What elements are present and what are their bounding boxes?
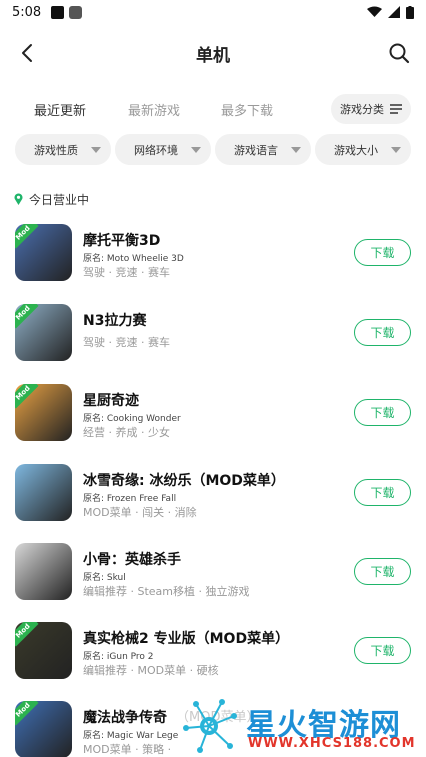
cooking-game-icon[interactable]: Mod xyxy=(15,384,72,441)
game-row[interactable]: Mod 真实枪械2 专业版（MOD菜单） 原名: iGun Pro 2 编辑推荐 · … xyxy=(0,620,426,684)
mod-badge: Mod xyxy=(15,224,39,249)
status-bar: 5:08 xyxy=(0,0,426,24)
sort-tabs: 最近更新 最新游戏 最多下载 游戏分类 xyxy=(0,92,426,126)
frozen-game-icon[interactable] xyxy=(15,464,72,521)
game-original-name: 原名: iGun Pro 2 xyxy=(83,652,154,662)
app-header: 单机 xyxy=(0,30,426,76)
game-tags: MOD菜单 · 策略 · xyxy=(83,743,172,756)
game-row[interactable]: 冰雪奇缘: 冰纷乐（MOD菜单） 原名: Frozen Free Fall MOD菜… xyxy=(0,462,426,526)
filter-label: 游戏语言 xyxy=(234,143,278,157)
chevron-left-icon xyxy=(22,44,32,62)
game-row[interactable]: Mod 摩托平衡3D 原名: Moto Wheelie 3D 驾驶 · 竞速 · 赛车… xyxy=(0,222,426,286)
status-time: 5:08 xyxy=(12,4,42,20)
tab-label: 最近更新 xyxy=(34,104,87,119)
game-title[interactable]: 冰雪奇缘: 冰纷乐（MOD菜单） xyxy=(83,470,285,490)
gun-game-icon[interactable]: Mod xyxy=(15,622,72,679)
mod-badge: Mod xyxy=(15,304,39,329)
tab-newest-games[interactable]: 最新游戏 xyxy=(128,100,180,119)
game-original-name: 原名: Cooking Wonder xyxy=(83,414,181,424)
mod-badge: Mod xyxy=(15,701,39,726)
caret-down-icon xyxy=(291,147,301,153)
filter-language[interactable]: 游戏语言 xyxy=(215,134,311,165)
game-original-name: 原名: Skul xyxy=(83,573,126,583)
filter-label: 游戏性质 xyxy=(34,143,78,157)
mod-badge: Mod xyxy=(15,384,39,409)
download-button[interactable]: 下载 xyxy=(354,558,411,585)
download-button[interactable]: 下载 xyxy=(354,637,411,664)
game-tags: 驾驶 · 竞速 · 赛车 xyxy=(83,336,170,349)
tab-label: 最多下载 xyxy=(221,104,274,119)
tab-most-downloads[interactable]: 最多下载 xyxy=(221,100,273,119)
filter-network[interactable]: 网络环境 xyxy=(115,134,211,165)
game-title[interactable]: 星厨奇迹 xyxy=(83,390,139,410)
menu-lines-icon xyxy=(390,104,402,114)
partial-title-suffix: （MOD菜单） xyxy=(176,710,260,725)
caret-down-icon xyxy=(191,147,201,153)
game-original-name: 原名: Moto Wheelie 3D xyxy=(83,254,184,264)
battery-icon xyxy=(406,5,414,19)
filter-size[interactable]: 游戏大小 xyxy=(315,134,411,165)
shield-game-icon[interactable]: Mod xyxy=(15,701,72,757)
game-tags: 驾驶 · 竞速 · 赛车 xyxy=(83,266,170,279)
game-tags: 编辑推荐 · Steam移植 · 独立游戏 xyxy=(83,585,250,598)
location-pin-icon xyxy=(14,193,23,205)
mod-badge: Mod xyxy=(15,622,39,647)
caret-down-icon xyxy=(391,147,401,153)
game-category-button[interactable]: 游戏分类 xyxy=(331,94,411,124)
filter-game-nature[interactable]: 游戏性质 xyxy=(15,134,111,165)
game-row[interactable]: Mod N3拉力赛驾驶 · 竞速 · 赛车 下载 xyxy=(0,302,426,366)
back-button[interactable] xyxy=(14,40,40,66)
notification-icon xyxy=(51,5,65,19)
game-tags: MOD菜单 · 闯关 · 消除 xyxy=(83,506,197,519)
game-title[interactable]: 摩托平衡3D xyxy=(83,230,160,250)
caret-down-icon xyxy=(91,147,101,153)
skull-game-icon[interactable] xyxy=(15,543,72,600)
game-title[interactable]: 真实枪械2 专业版（MOD菜单） xyxy=(83,628,289,648)
section-header: 今日营业中 xyxy=(14,190,89,208)
game-title[interactable]: 魔法战争传奇 xyxy=(83,707,167,727)
section-title: 今日营业中 xyxy=(29,192,90,207)
wifi-icon xyxy=(367,6,382,17)
search-icon xyxy=(389,43,410,64)
game-title[interactable]: N3拉力赛 xyxy=(83,310,146,330)
game-tags: 编辑推荐 · MOD菜单 · 硬核 xyxy=(83,664,219,677)
download-button[interactable]: 下载 xyxy=(354,319,411,346)
download-button[interactable]: 下载 xyxy=(354,239,411,266)
game-row[interactable]: Mod 星厨奇迹原名: Cooking Wonder 经营 · 养成 · 少女 下载 xyxy=(0,382,426,446)
filter-label: 网络环境 xyxy=(134,143,178,157)
filter-label: 游戏大小 xyxy=(334,143,378,157)
tab-label: 最新游戏 xyxy=(128,104,181,119)
game-row[interactable]: 小骨：英雄杀手原名: Skul 编辑推荐 · Steam移植 · 独立游戏 下载 xyxy=(0,541,426,605)
bus-game-icon[interactable]: Mod xyxy=(15,304,72,361)
game-tags: 经营 · 养成 · 少女 xyxy=(83,426,170,439)
game-title[interactable]: 小骨：英雄杀手 xyxy=(83,549,181,569)
motorbike-game-icon[interactable]: Mod xyxy=(15,224,72,281)
download-button[interactable]: 下载 xyxy=(354,479,411,506)
tab-recent-update[interactable]: 最近更新 xyxy=(34,100,86,119)
search-button[interactable] xyxy=(386,40,412,66)
signal-icon xyxy=(388,6,400,18)
game-original-name: 原名: Magic War Lege xyxy=(83,731,179,741)
app-notification-icon xyxy=(69,5,83,19)
filter-bar: 游戏性质 网络环境 游戏语言 游戏大小 xyxy=(0,134,426,166)
game-original-name: 原名: Frozen Free Fall xyxy=(83,494,177,504)
download-button[interactable]: 下载 xyxy=(354,399,411,426)
page-title: 单机 xyxy=(196,45,230,66)
category-button-label: 游戏分类 xyxy=(340,103,384,116)
